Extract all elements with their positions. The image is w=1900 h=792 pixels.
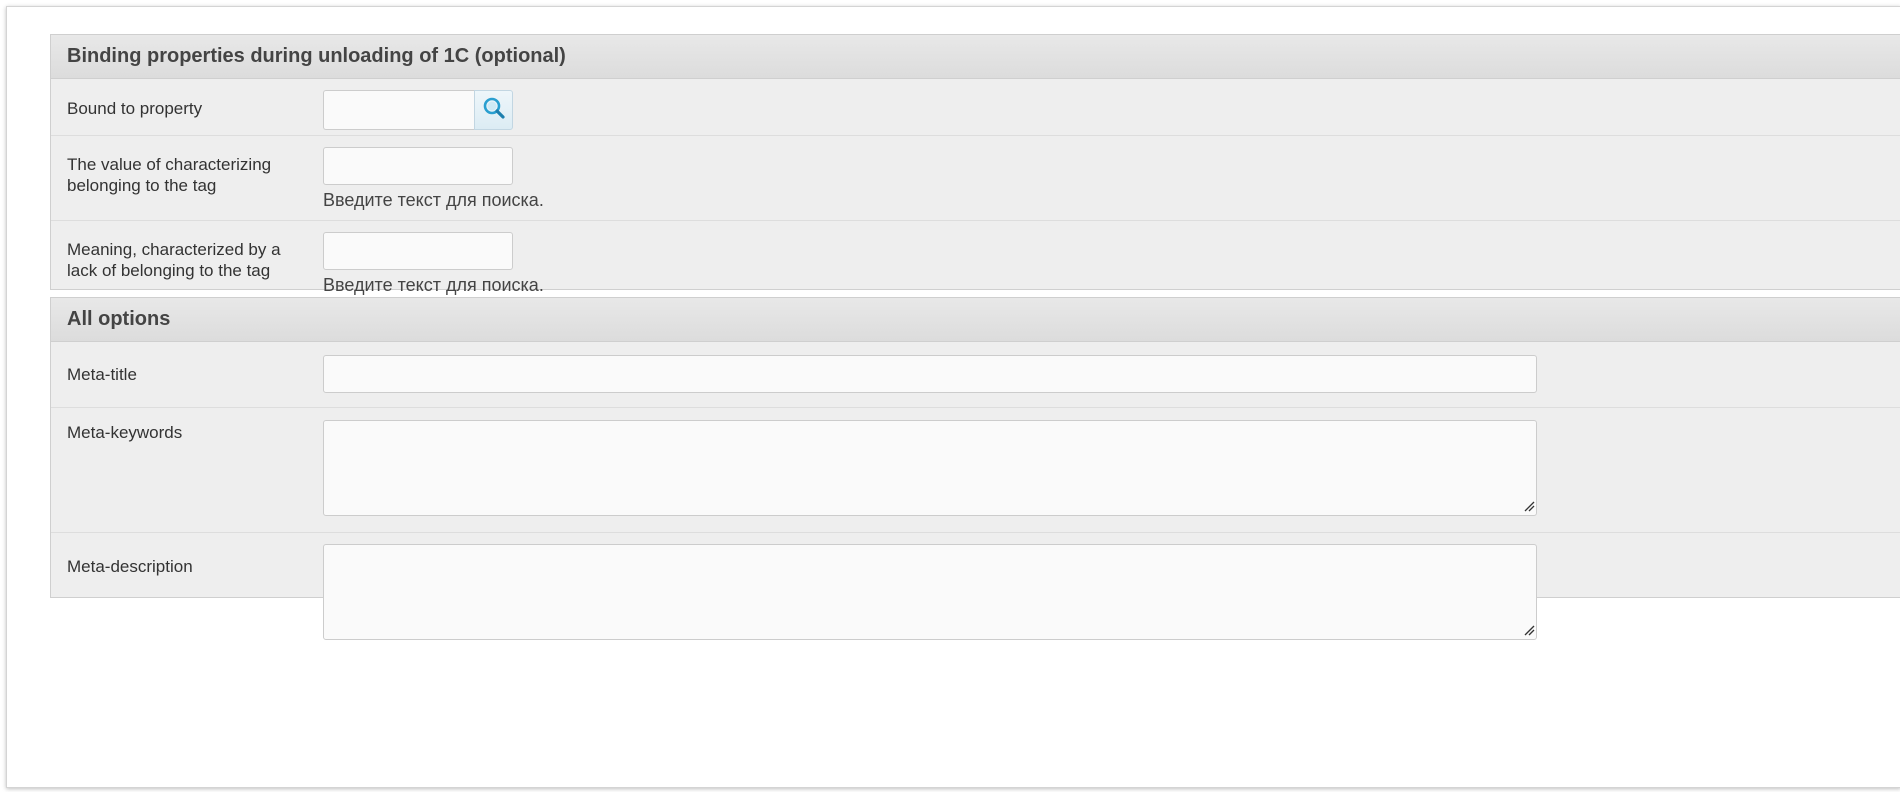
characterizing-value-label-line1: The value of characterizing [67, 155, 272, 174]
non-belonging-value-label-line1: Meaning, characterized by a [67, 240, 281, 259]
all-options-panel: All options Meta-title Meta-keywords Met… [50, 297, 1900, 640]
binding-properties-panel: Binding properties during unloading of 1… [50, 34, 1900, 295]
bound-to-property-lookup [323, 90, 513, 130]
all-options-title: All options [51, 298, 1900, 342]
meta-title-input[interactable] [323, 355, 1537, 393]
characterizing-value-input[interactable] [323, 147, 513, 185]
page-frame: Binding properties during unloading of 1… [6, 6, 1900, 788]
binding-section-title: Binding properties during unloading of 1… [51, 35, 1900, 79]
meta-description-textarea[interactable] [323, 544, 1537, 640]
resize-grip-icon[interactable] [1523, 500, 1535, 512]
non-belonging-value-label: Meaning, characterized by a lack of belo… [67, 239, 307, 281]
meta-title-label: Meta-title [67, 365, 137, 384]
search-button[interactable] [474, 90, 513, 130]
bound-to-property-input[interactable] [323, 90, 475, 130]
non-belonging-value-hint: Введите текст для поиска. [323, 275, 544, 295]
meta-title-row: Meta-title [51, 342, 1900, 408]
characterizing-value-label-line2: belonging to the tag [67, 176, 217, 195]
meta-keywords-label: Meta-keywords [67, 423, 183, 442]
non-belonging-value-row: Meaning, characterized by a lack of belo… [51, 221, 1900, 295]
bound-to-property-row: Bound to property [51, 79, 1900, 136]
search-icon [482, 96, 506, 125]
characterizing-value-row: The value of characterizing belonging to… [51, 136, 1900, 221]
characterizing-value-label: The value of characterizing belonging to… [67, 154, 307, 196]
meta-keywords-row: Meta-keywords [51, 408, 1900, 533]
characterizing-value-hint: Введите текст для поиска. [323, 190, 544, 210]
meta-description-label: Meta-description [67, 557, 193, 576]
non-belonging-value-input[interactable] [323, 232, 513, 270]
meta-keywords-textarea[interactable] [323, 420, 1537, 516]
bound-to-property-label: Bound to property [67, 99, 203, 118]
meta-description-row: Meta-description [51, 533, 1900, 641]
non-belonging-value-label-line2: lack of belonging to the tag [67, 261, 271, 280]
resize-grip-icon[interactable] [1523, 624, 1535, 636]
